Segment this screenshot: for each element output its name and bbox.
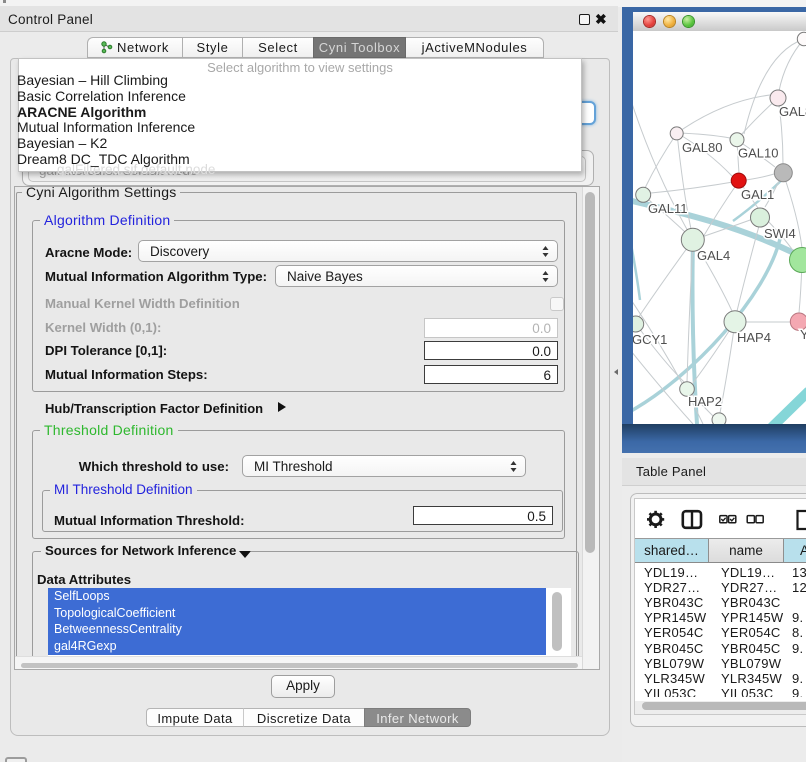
svg-text:GAL8: GAL8 (779, 104, 806, 119)
svg-text:SWI4: SWI4 (764, 226, 796, 241)
svg-text:GAL4: GAL4 (697, 248, 730, 263)
svg-text:HAP2: HAP2 (688, 394, 722, 409)
svg-text:GAL11: GAL11 (648, 201, 688, 216)
svg-text:GAL10: GAL10 (738, 146, 778, 161)
svg-text:HAP4: HAP4 (737, 330, 771, 345)
svg-text:GCY1: GCY1 (633, 332, 667, 347)
svg-text:GAL80: GAL80 (682, 140, 722, 155)
svg-text:YM: YM (800, 327, 806, 342)
svg-text:GAL1: GAL1 (741, 187, 774, 202)
